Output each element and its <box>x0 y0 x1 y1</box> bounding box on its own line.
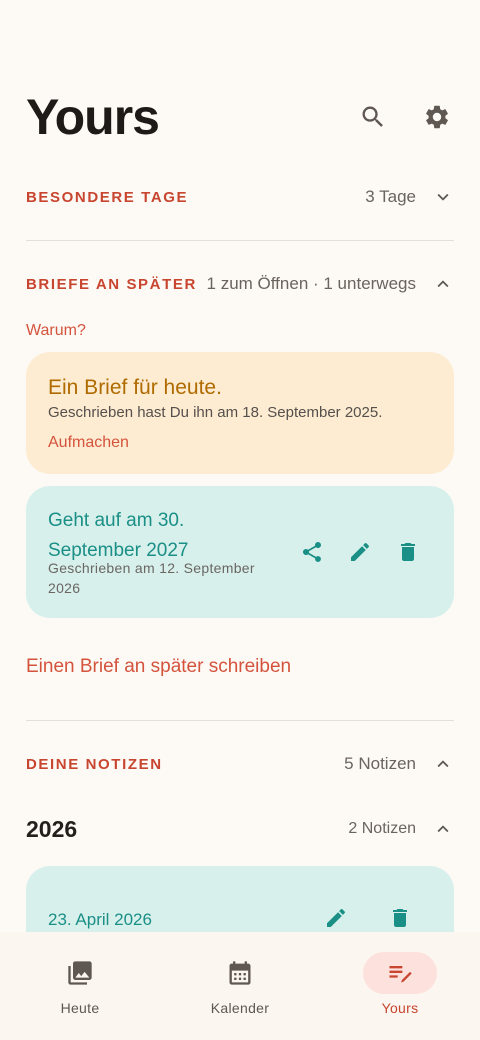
letters-status: 1 zum Öffnen · 1 unterwegs <box>206 274 416 293</box>
calendar-icon <box>203 952 277 994</box>
write-letter-link[interactable]: Einen Brief an später schreiben <box>26 656 291 678</box>
chevron-up-icon[interactable] <box>432 753 454 775</box>
chevron-up-icon[interactable] <box>432 273 454 295</box>
bottom-nav: Heute Kalender Yours <box>0 932 480 1040</box>
note-date: 23. April 2026 <box>48 910 152 929</box>
letters-title: BRIEFE AN SPÄTER <box>26 275 197 293</box>
year-group-header[interactable]: 2026 2 Notizen <box>26 812 454 846</box>
why-link[interactable]: Warum? <box>26 322 86 340</box>
gear-icon[interactable] <box>420 100 454 134</box>
chevron-up-icon[interactable] <box>432 818 454 840</box>
letter-today-subtitle: Geschrieben hast Du ihn am 18. September… <box>48 404 383 421</box>
special-days-title: BESONDERE TAGE <box>26 188 189 206</box>
delete-icon[interactable] <box>390 534 426 570</box>
page-title: Yours <box>26 89 160 145</box>
delete-icon[interactable] <box>382 900 418 936</box>
letters-header[interactable]: BRIEFE AN SPÄTER 1 zum Öffnen · 1 unterw… <box>26 269 454 299</box>
year-label: 2026 <box>26 815 78 842</box>
edit-icon[interactable] <box>318 900 354 936</box>
nav-item-kalender[interactable]: Kalender <box>160 932 320 1040</box>
special-days-header[interactable]: BESONDERE TAGE 3 Tage <box>26 182 454 212</box>
edit-icon[interactable] <box>342 534 378 570</box>
divider <box>26 240 454 241</box>
letter-future-title: Geht auf am 30. September 2027 <box>48 510 189 561</box>
photo-icon <box>43 952 117 994</box>
special-days-count: 3 Tage <box>365 187 416 206</box>
notes-header[interactable]: DEINE NOTIZEN 5 Notizen <box>26 749 454 779</box>
notes-edit-icon <box>363 952 437 994</box>
notes-count: 5 Notizen <box>344 754 416 773</box>
nav-label-yours: Yours <box>381 1000 419 1016</box>
letter-future-subtitle: Geschrieben am 12. September 2026 <box>48 560 255 596</box>
nav-item-heute[interactable]: Heute <box>0 932 160 1040</box>
year-note-count: 2 Notizen <box>348 820 416 837</box>
nav-label-heute: Heute <box>60 1000 100 1016</box>
letter-future-card[interactable]: Geht auf am 30. September 2027 Geschrieb… <box>26 486 454 618</box>
chevron-down-icon[interactable] <box>432 186 454 208</box>
yours-screen: Yours BESONDERE TAGE 3 Tage BRIEFE AN SP… <box>0 0 480 1040</box>
nav-label-kalender: Kalender <box>210 1000 270 1016</box>
letter-today-card[interactable]: Ein Brief für heute. Geschrieben hast Du… <box>26 352 454 474</box>
nav-item-yours[interactable]: Yours <box>320 932 480 1040</box>
letter-today-title: Ein Brief für heute. <box>48 376 222 399</box>
search-icon[interactable] <box>356 100 390 134</box>
share-icon[interactable] <box>294 534 330 570</box>
divider <box>26 720 454 721</box>
open-letter-button[interactable]: Aufmachen <box>48 434 129 452</box>
notes-title: DEINE NOTIZEN <box>26 755 163 773</box>
